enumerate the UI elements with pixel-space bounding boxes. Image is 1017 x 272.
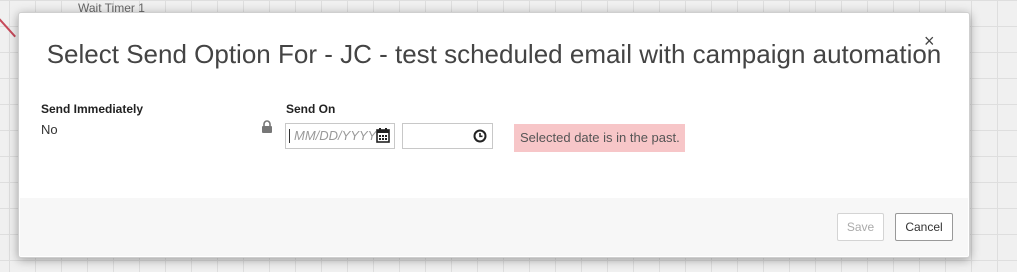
dialog-title: Select Send Option For - JC - test sched… bbox=[46, 39, 942, 69]
cancel-button[interactable]: Cancel bbox=[895, 213, 953, 241]
workflow-connector-line bbox=[0, 12, 16, 38]
save-button[interactable]: Save bbox=[837, 213, 884, 241]
date-placeholder: MM/DD/YYYY bbox=[289, 129, 376, 143]
dialog-footer bbox=[20, 198, 968, 256]
send-on-time-field[interactable] bbox=[402, 123, 493, 149]
send-immediately-value: No bbox=[41, 122, 58, 137]
send-immediately-label: Send Immediately bbox=[41, 102, 144, 116]
lock-icon bbox=[261, 120, 273, 138]
clock-icon[interactable] bbox=[473, 129, 487, 148]
date-error-message: Selected date is in the past. bbox=[514, 124, 685, 152]
send-option-dialog: Select Send Option For - JC - test sched… bbox=[18, 12, 970, 258]
close-icon[interactable]: × bbox=[924, 31, 935, 51]
send-on-label: Send On bbox=[286, 102, 336, 116]
send-on-date-field[interactable]: MM/DD/YYYY bbox=[285, 123, 395, 149]
calendar-icon[interactable] bbox=[376, 128, 390, 148]
